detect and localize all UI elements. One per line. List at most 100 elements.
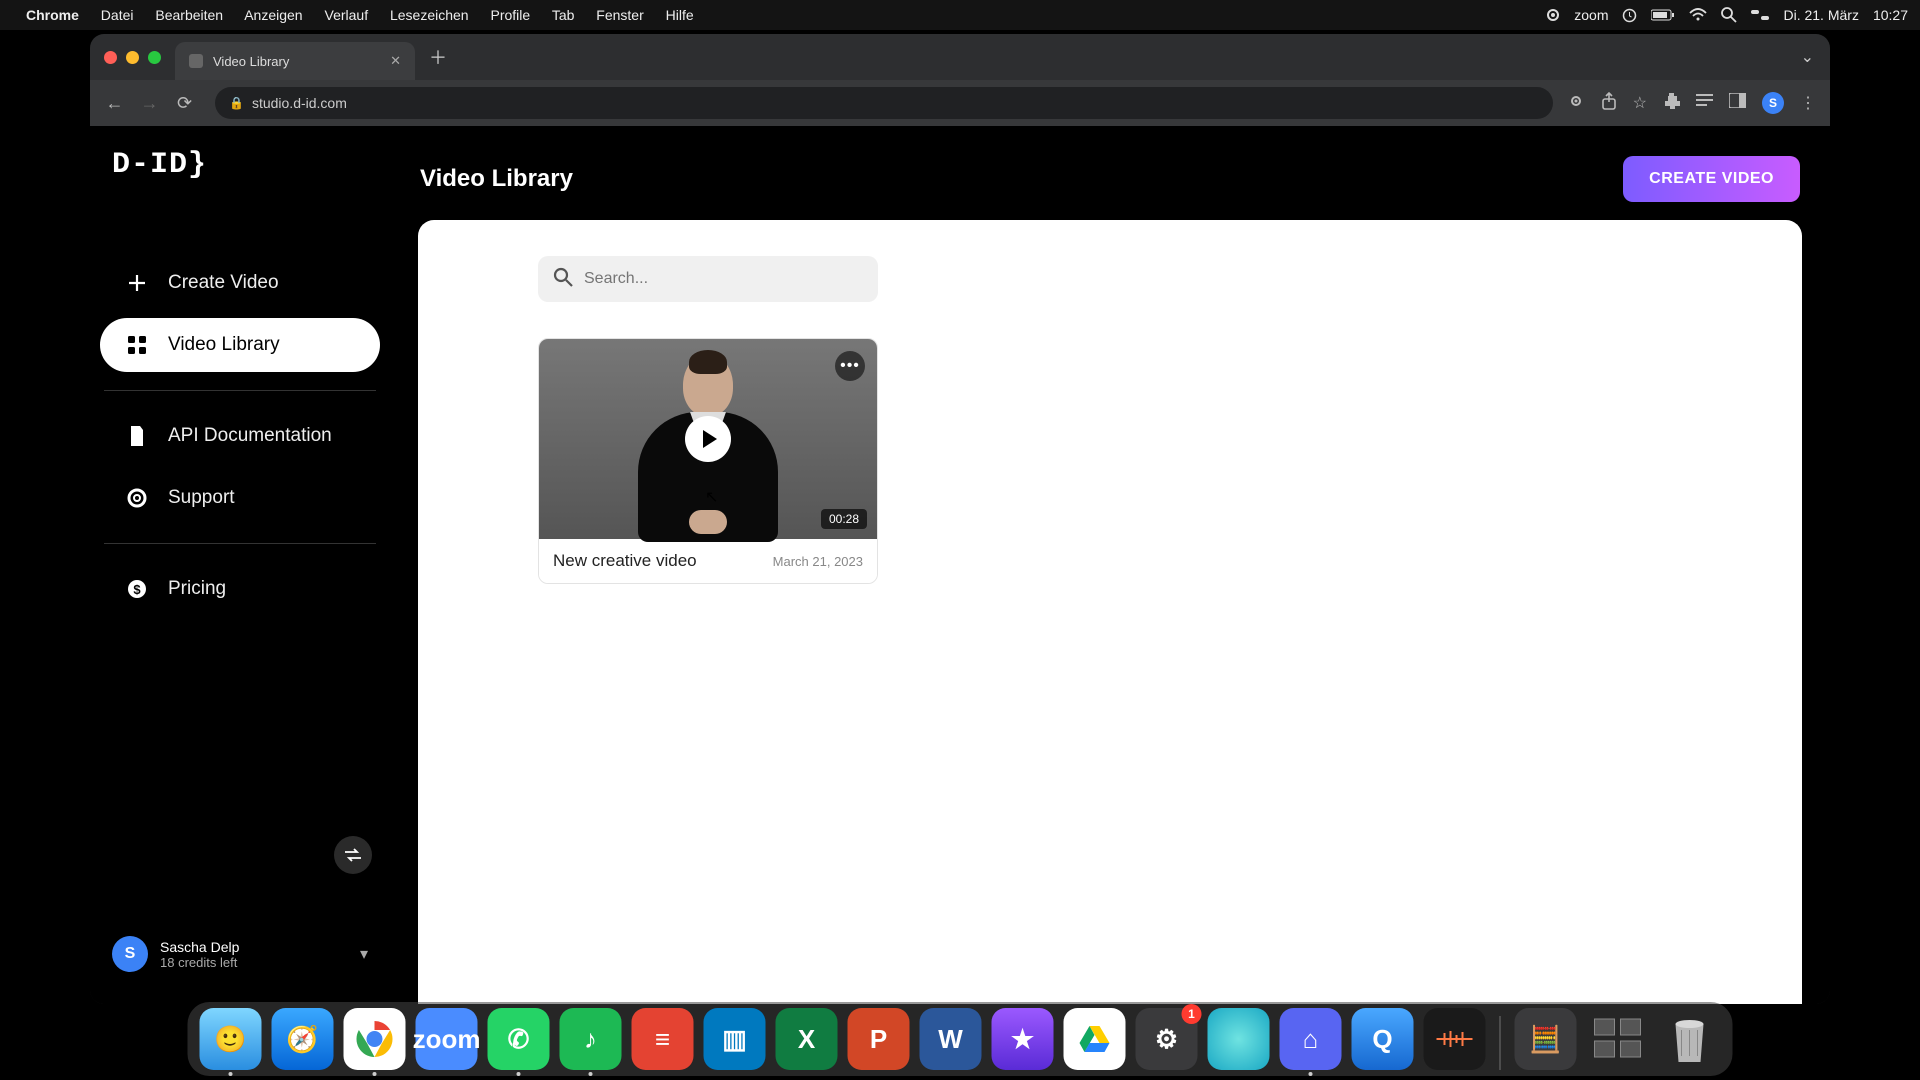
close-tab-icon[interactable]: ✕ xyxy=(390,53,401,69)
mouse-cursor: ↖ xyxy=(705,487,718,507)
reading-list-icon[interactable] xyxy=(1696,93,1713,113)
app-logo[interactable]: D-ID} xyxy=(90,148,390,212)
control-center-icon[interactable] xyxy=(1751,8,1769,22)
user-name: Sascha Delp xyxy=(160,939,239,955)
sidebar-item-support[interactable]: Support xyxy=(100,471,380,525)
mac-menu-item[interactable]: Profile xyxy=(491,7,531,23)
create-video-button[interactable]: CREATE VIDEO xyxy=(1623,156,1800,202)
dock-safari[interactable]: 🧭 xyxy=(272,1008,334,1070)
main-header: Video Library CREATE VIDEO xyxy=(418,152,1802,220)
sidebar-item-create-video[interactable]: Create Video xyxy=(100,256,380,310)
dock-google-drive[interactable] xyxy=(1064,1008,1126,1070)
collapse-sidebar-button[interactable] xyxy=(334,836,372,874)
close-window-button[interactable] xyxy=(104,51,117,64)
sidebar-item-video-library[interactable]: Video Library xyxy=(100,318,380,372)
mac-menu-item[interactable]: Datei xyxy=(101,7,134,23)
battery-icon[interactable] xyxy=(1651,9,1675,21)
dock-audio-app[interactable] xyxy=(1424,1008,1486,1070)
dock-finder[interactable]: 🙂 xyxy=(200,1008,262,1070)
tab-favicon xyxy=(189,54,203,68)
wifi-icon[interactable] xyxy=(1689,8,1707,22)
dock-chrome[interactable] xyxy=(344,1008,406,1070)
play-icon[interactable] xyxy=(685,416,731,462)
clock-icon[interactable] xyxy=(1622,8,1637,23)
search-box[interactable] xyxy=(538,256,878,302)
mac-menu-item[interactable]: Bearbeiten xyxy=(155,7,223,23)
record-icon[interactable] xyxy=(1546,8,1560,22)
menubar-date[interactable]: Di. 21. März xyxy=(1783,7,1858,23)
tab-strip: Video Library ✕ ＋ ⌄ xyxy=(90,34,1830,80)
video-date: March 21, 2023 xyxy=(773,554,863,569)
dock-whatsapp[interactable]: ✆ xyxy=(488,1008,550,1070)
mac-menu-item[interactable]: Lesezeichen xyxy=(390,7,469,23)
forward-button: → xyxy=(139,93,160,114)
content-panel: ••• 00:28 ↖ New creative video March 21,… xyxy=(418,220,1802,1004)
tab-title: Video Library xyxy=(213,54,289,69)
chevron-down-icon: ▾ xyxy=(360,944,368,964)
mac-menubar: Chrome Datei Bearbeiten Anzeigen Verlauf… xyxy=(0,0,1920,30)
bookmark-star-icon[interactable]: ☆ xyxy=(1633,93,1647,113)
google-lens-icon[interactable] xyxy=(1567,92,1585,115)
browser-toolbar: ← → ⟳ 🔒 studio.d-id.com ☆ S ⋮ xyxy=(90,80,1830,126)
more-options-button[interactable]: ••• xyxy=(835,351,865,381)
sidebar-item-label: Create Video xyxy=(168,272,279,294)
url-text: studio.d-id.com xyxy=(252,95,347,111)
tabs-dropdown-icon[interactable]: ⌄ xyxy=(1801,47,1814,67)
avatar: S xyxy=(112,936,148,972)
swap-arrows-icon xyxy=(344,848,362,862)
search-icon xyxy=(552,266,574,293)
dock-todoist[interactable]: ≡ xyxy=(632,1008,694,1070)
share-icon[interactable] xyxy=(1601,92,1617,115)
dock-settings[interactable]: ⚙1 xyxy=(1136,1008,1198,1070)
dock-trash[interactable] xyxy=(1659,1008,1721,1070)
chrome-window: Video Library ✕ ＋ ⌄ ← → ⟳ 🔒 studio.d-id.… xyxy=(90,34,1830,1004)
sidepanel-icon[interactable] xyxy=(1729,93,1746,113)
dock-app-teal[interactable] xyxy=(1208,1008,1270,1070)
mac-menu-item[interactable]: Hilfe xyxy=(666,7,694,23)
video-card[interactable]: ••• 00:28 ↖ New creative video March 21,… xyxy=(538,338,878,584)
back-button[interactable]: ← xyxy=(104,93,125,114)
spotlight-icon[interactable] xyxy=(1721,7,1737,23)
mac-menu-item[interactable]: Fenster xyxy=(596,7,643,23)
search-input[interactable] xyxy=(584,270,864,288)
dock-separator xyxy=(1500,1016,1501,1070)
browser-tab[interactable]: Video Library ✕ xyxy=(175,42,415,80)
plus-icon xyxy=(124,270,150,296)
sidebar-item-api-docs[interactable]: API Documentation xyxy=(100,409,380,463)
dock-trello[interactable]: ▥ xyxy=(704,1008,766,1070)
menubar-time[interactable]: 10:27 xyxy=(1873,7,1908,23)
reload-button[interactable]: ⟳ xyxy=(174,93,195,114)
zoom-menuextra[interactable]: zoom xyxy=(1574,7,1608,23)
mac-menu-item[interactable]: Tab xyxy=(552,7,575,23)
user-menu[interactable]: S Sascha Delp 18 credits left ▾ xyxy=(90,922,390,986)
mac-menu-item[interactable]: Verlauf xyxy=(325,7,369,23)
address-bar[interactable]: 🔒 studio.d-id.com xyxy=(215,87,1553,119)
dock-powerpoint[interactable]: P xyxy=(848,1008,910,1070)
profile-avatar[interactable]: S xyxy=(1762,92,1784,114)
minimize-window-button[interactable] xyxy=(126,51,139,64)
dock-mission-control[interactable] xyxy=(1587,1008,1649,1070)
new-tab-button[interactable]: ＋ xyxy=(429,44,447,70)
dock-imovie[interactable]: ★ xyxy=(992,1008,1054,1070)
chrome-menu-icon[interactable]: ⋮ xyxy=(1800,93,1816,113)
sidebar-item-label: Support xyxy=(168,487,235,509)
dock-discord[interactable]: ⌂ xyxy=(1280,1008,1342,1070)
dock-excel[interactable]: X xyxy=(776,1008,838,1070)
nav-separator xyxy=(104,390,376,391)
dock-calculator[interactable]: 🧮 xyxy=(1515,1008,1577,1070)
dock-spotify[interactable]: ♪ xyxy=(560,1008,622,1070)
mac-menu-app[interactable]: Chrome xyxy=(26,7,79,23)
dock-quicktime[interactable]: Q xyxy=(1352,1008,1414,1070)
document-icon xyxy=(124,423,150,449)
sidebar-item-pricing[interactable]: $ Pricing xyxy=(100,562,380,616)
extensions-icon[interactable] xyxy=(1663,92,1680,114)
sidebar-item-label: Video Library xyxy=(168,334,280,356)
mac-menu-item[interactable]: Anzeigen xyxy=(244,7,302,23)
fullscreen-window-button[interactable] xyxy=(148,51,161,64)
sidebar-nav: Create Video Video Library API Documenta… xyxy=(90,212,390,620)
settings-badge: 1 xyxy=(1182,1004,1202,1024)
dock-zoom[interactable]: zoom xyxy=(416,1008,478,1070)
video-thumbnail[interactable]: ••• 00:28 ↖ xyxy=(539,339,877,539)
grid-icon xyxy=(124,332,150,358)
dock-word[interactable]: W xyxy=(920,1008,982,1070)
